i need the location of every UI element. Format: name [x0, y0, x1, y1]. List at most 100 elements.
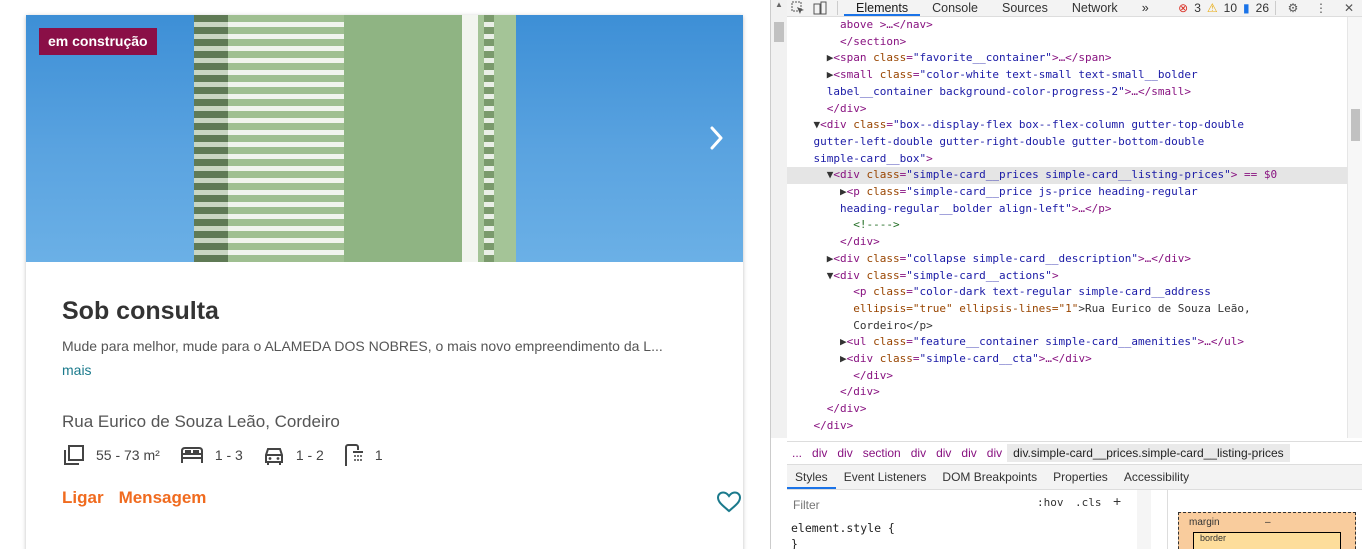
dom-node-line[interactable]: ▼<div class="box--display-flex box--flex… [787, 117, 1347, 134]
listing-card: em construção Sob consulta Mude para mel… [26, 15, 743, 549]
add-style-rule-button[interactable]: + [1113, 493, 1121, 509]
elements-scrollbar[interactable] [1347, 17, 1362, 438]
amenity-bedrooms: 1 - 3 [179, 443, 243, 467]
dom-node-line[interactable]: above >…</nav> [787, 17, 1347, 34]
amenity-bedrooms-value: 1 - 3 [214, 447, 243, 463]
error-icon: ⊗ [1178, 1, 1189, 15]
dom-node-line[interactable]: Cordeiro</p> [787, 318, 1347, 335]
breadcrumb-item[interactable]: div [807, 446, 832, 460]
breadcrumb-item[interactable]: div [832, 446, 857, 460]
heart-icon [716, 491, 742, 513]
listing-address: Rua Eurico de Souza Leão, Cordeiro [62, 412, 340, 431]
dom-node-line[interactable]: simple-card__box"> [787, 151, 1347, 168]
listing-page: em construção Sob consulta Mude para mel… [0, 0, 770, 549]
devtools-panel: ▲ Elements Console Sources Network » ⊗ 3 … [770, 0, 1362, 549]
dom-breadcrumb: ... div div section div div div div div.… [787, 441, 1362, 465]
dom-node-line[interactable]: </div> [787, 101, 1347, 118]
dom-node-selected[interactable]: ▼<div class="simple-card__prices simple-… [787, 167, 1347, 185]
breadcrumb-item[interactable]: div [906, 446, 931, 460]
error-count: 3 [1194, 1, 1201, 15]
car-icon [264, 448, 283, 465]
hover-state-button[interactable]: :hov [1037, 496, 1064, 509]
dom-node-line[interactable]: ▼<div class="simple-card__actions"> [787, 268, 1347, 285]
box-model-margin[interactable]: margin – border [1178, 512, 1356, 549]
dom-node-line[interactable]: </div> [787, 384, 1347, 401]
subtab-accessibility[interactable]: Accessibility [1116, 465, 1197, 489]
tab-elements[interactable]: Elements [844, 0, 921, 16]
inspect-element-icon[interactable] [787, 0, 809, 16]
devtools-toolbar: Elements Console Sources Network » ⊗ 3 ⚠ 1… [787, 0, 1362, 17]
listing-description: Mude para melhor, mude para o ALAMEDA DO… [62, 338, 663, 354]
elements-scrollbar-thumb[interactable] [1351, 109, 1360, 141]
page-scrollbar-thumb[interactable] [774, 22, 784, 42]
breadcrumb-item[interactable]: ... [787, 446, 807, 460]
message-count: 26 [1255, 1, 1269, 15]
scroll-up-arrow-icon[interactable]: ▲ [775, 0, 783, 9]
tab-network[interactable]: Network [1060, 0, 1130, 16]
dom-node-line[interactable]: <p class="color-dark text-regular simple… [787, 284, 1347, 301]
dom-node-line[interactable]: ▶<ul class="feature__container simple-ca… [787, 334, 1347, 351]
dom-node-line[interactable]: heading-regular__bolder align-left">…</p… [787, 201, 1347, 218]
chevron-right-icon [710, 126, 723, 150]
amenity-parking: 1 - 2 [262, 443, 324, 467]
amenity-area-value: 55 - 73 m² [96, 447, 160, 463]
dom-node-line[interactable]: </div> [787, 418, 1347, 435]
area-icon [64, 445, 84, 465]
bed-icon [180, 447, 203, 463]
warning-icon: ⚠ [1206, 1, 1218, 15]
subtab-dom-breakpoints[interactable]: DOM Breakpoints [934, 465, 1045, 489]
dom-node-line[interactable]: ellipsis="true" ellipsis-lines="1">Rua E… [787, 301, 1347, 318]
message-button[interactable]: Mensagem [119, 488, 207, 508]
tab-sources[interactable]: Sources [990, 0, 1060, 16]
amenities-list: 55 - 73 m² 1 - 3 1 - 2 1 [62, 443, 402, 467]
breadcrumb-item[interactable]: div [982, 446, 1007, 460]
element-style-rule[interactable]: element.style { } [791, 520, 895, 549]
styles-filter-input[interactable] [791, 494, 1031, 516]
page-scrollbar[interactable]: ▲ [771, 0, 787, 438]
device-toolbar-icon[interactable] [809, 0, 831, 16]
box-model-border[interactable]: border [1193, 532, 1341, 549]
amenity-area: 55 - 73 m² [62, 443, 160, 467]
dom-node-line[interactable]: label__container background-color-progre… [787, 84, 1347, 101]
more-link[interactable]: mais [62, 362, 92, 378]
settings-gear-icon[interactable]: ⚙ [1282, 0, 1304, 16]
listing-price: Sob consulta [62, 297, 219, 325]
elements-dom-tree[interactable]: above >…</nav> </section> ▶<span class="… [787, 17, 1347, 438]
card-actions: Ligar Mensagem [62, 488, 221, 508]
dom-node-line[interactable]: </div> [787, 234, 1347, 251]
breadcrumb-current[interactable]: div.simple-card__prices.simple-card__lis… [1007, 444, 1290, 462]
dom-node-line[interactable]: </div> [787, 401, 1347, 418]
styles-scrollbar[interactable] [1137, 490, 1151, 549]
dom-node-line[interactable]: </div> [787, 435, 1347, 438]
margin-value[interactable]: – [1265, 517, 1271, 528]
breadcrumb-item[interactable]: div [931, 446, 956, 460]
subtab-styles[interactable]: Styles [787, 465, 836, 489]
message-icon: ▮ [1243, 1, 1250, 15]
subtab-properties[interactable]: Properties [1045, 465, 1116, 489]
dom-node-line[interactable]: </div> [787, 368, 1347, 385]
dom-node-line[interactable]: gutter-left-double gutter-right-double g… [787, 134, 1347, 151]
more-tabs-button[interactable]: » [1130, 0, 1161, 16]
warning-count: 10 [1223, 1, 1238, 15]
subtab-event-listeners[interactable]: Event Listeners [836, 465, 935, 489]
close-devtools-icon[interactable]: ✕ [1338, 0, 1360, 16]
dom-node-line[interactable]: ▶<span class="favorite__container">…</sp… [787, 50, 1347, 67]
dom-node-line[interactable]: ▶<p class="simple-card__price js-price h… [787, 184, 1347, 201]
dom-node-line[interactable]: <!----> [787, 217, 1347, 234]
dom-node-line[interactable]: ▶<div class="simple-card__cta">…</div> [787, 351, 1347, 368]
next-photo-button[interactable] [702, 123, 732, 153]
tab-console[interactable]: Console [920, 0, 990, 16]
dom-node-line[interactable]: ▶<div class="collapse simple-card__descr… [787, 251, 1347, 268]
breadcrumb-item[interactable]: section [858, 446, 906, 460]
call-button[interactable]: Ligar [62, 488, 104, 508]
issue-counts[interactable]: ⊗ 3 ⚠ 10 ▮ 26 ⚙ ⋮ ✕ [1175, 0, 1362, 16]
class-toggle-button[interactable]: .cls [1075, 496, 1102, 509]
favorite-button[interactable] [716, 490, 742, 514]
breadcrumb-item[interactable]: div [956, 446, 981, 460]
more-options-icon[interactable]: ⋮ [1310, 0, 1332, 16]
dom-node-line[interactable]: ▶<small class="color-white text-small te… [787, 67, 1347, 84]
dom-node-line[interactable]: </section> [787, 34, 1347, 51]
box-model-diagram: margin – border [1167, 490, 1362, 549]
listing-photo: em construção [26, 15, 743, 262]
shower-icon [344, 444, 363, 466]
